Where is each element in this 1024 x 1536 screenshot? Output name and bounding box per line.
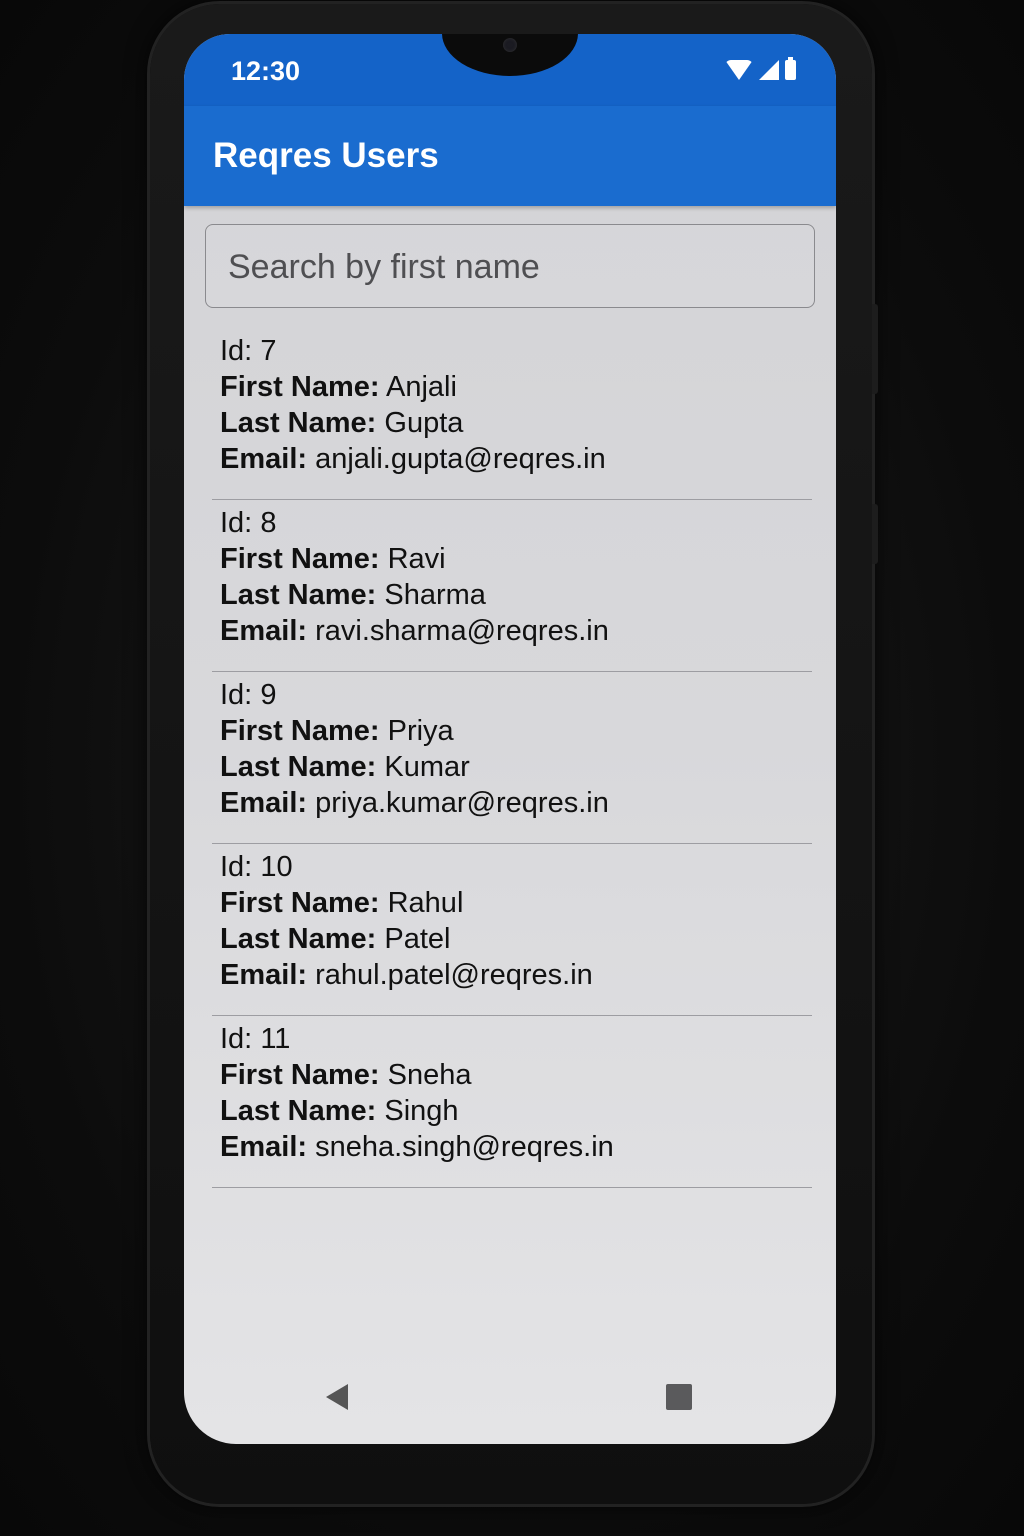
first-name-line: First Name: Anjali [220, 369, 812, 405]
search-box[interactable] [205, 224, 815, 308]
first-name-line: First Name: Ravi [220, 541, 812, 577]
last-name-line: Last Name: Sharma [220, 577, 812, 613]
last-name-value: Singh [384, 1095, 459, 1127]
last-name-line: Last Name: Gupta [220, 405, 812, 441]
last-name-value: Gupta [384, 407, 464, 439]
search-input[interactable] [226, 243, 790, 291]
first-name-label: First Name: [220, 715, 380, 747]
id-label: Id: [220, 507, 253, 539]
list-item[interactable]: Id: 10 First Name: Rahul Last Name: Pate… [212, 844, 812, 1016]
last-name-label: Last Name: [220, 751, 377, 783]
first-name-label: First Name: [220, 371, 380, 403]
id-label: Id: [220, 679, 253, 711]
email-value: anjali.gupta@reqres.in [315, 443, 606, 475]
email-line: Email: anjali.gupta@reqres.in [220, 441, 812, 477]
signal-icon [759, 60, 779, 80]
status-icons [725, 57, 796, 80]
last-name-value: Patel [384, 923, 451, 955]
last-name-label: Last Name: [220, 923, 377, 955]
email-value: sneha.singh@reqres.in [315, 1131, 614, 1163]
last-name-label: Last Name: [220, 1095, 377, 1127]
recents-icon[interactable] [666, 1384, 692, 1410]
last-name-value: Sharma [384, 579, 486, 611]
user-id-line: Id: 10 [220, 849, 812, 885]
last-name-label: Last Name: [220, 579, 377, 611]
navigation-bar [184, 1354, 836, 1444]
list-item[interactable]: Id: 11 First Name: Sneha Last Name: Sing… [212, 1016, 812, 1188]
email-value: ravi.sharma@reqres.in [315, 615, 609, 647]
id-label: Id: [220, 851, 253, 883]
first-name-value: Rahul [387, 887, 464, 919]
user-id-line: Id: 8 [220, 505, 812, 541]
email-label: Email: [220, 443, 308, 475]
first-name-line: First Name: Sneha [220, 1057, 812, 1093]
email-label: Email: [220, 1131, 308, 1163]
wifi-icon [725, 60, 753, 80]
user-id-line: Id: 9 [220, 677, 812, 713]
list-item[interactable]: Id: 7 First Name: Anjali Last Name: Gupt… [212, 328, 812, 500]
user-list[interactable]: Id: 7 First Name: Anjali Last Name: Gupt… [212, 328, 812, 1188]
last-name-line: Last Name: Patel [220, 921, 812, 957]
last-name-line: Last Name: Singh [220, 1093, 812, 1129]
back-icon[interactable] [326, 1384, 348, 1410]
id-label: Id: [220, 1023, 253, 1055]
email-line: Email: priya.kumar@reqres.in [220, 785, 812, 821]
front-camera [503, 38, 517, 52]
first-name-value: Sneha [387, 1059, 472, 1091]
email-label: Email: [220, 959, 308, 991]
first-name-value: Priya [387, 715, 454, 747]
email-value: rahul.patel@reqres.in [315, 959, 593, 991]
email-label: Email: [220, 615, 308, 647]
list-item[interactable]: Id: 8 First Name: Ravi Last Name: Sharma… [212, 500, 812, 672]
phone-screen: 12:30 Reqres Users Id: 7 First Name: Anj… [184, 34, 836, 1444]
first-name-label: First Name: [220, 1059, 380, 1091]
first-name-line: First Name: Rahul [220, 885, 812, 921]
page-title: Reqres Users [213, 136, 439, 175]
id-label: Id: [220, 335, 253, 367]
user-id: 11 [260, 1023, 291, 1055]
first-name-value: Anjali [386, 371, 457, 403]
first-name-label: First Name: [220, 887, 380, 919]
user-id: 7 [260, 335, 277, 367]
last-name-value: Kumar [384, 751, 470, 783]
user-id: 10 [260, 851, 293, 883]
email-line: Email: sneha.singh@reqres.in [220, 1129, 812, 1165]
first-name-line: First Name: Priya [220, 713, 812, 749]
status-time: 12:30 [231, 56, 301, 86]
last-name-label: Last Name: [220, 407, 377, 439]
app-bar: Reqres Users [184, 106, 836, 206]
first-name-value: Ravi [387, 543, 446, 575]
last-name-line: Last Name: Kumar [220, 749, 812, 785]
email-label: Email: [220, 787, 308, 819]
power-button [872, 504, 878, 564]
user-id-line: Id: 11 [220, 1021, 812, 1057]
email-line: Email: ravi.sharma@reqres.in [220, 613, 812, 649]
volume-button [872, 304, 878, 394]
first-name-label: First Name: [220, 543, 380, 575]
email-value: priya.kumar@reqres.in [315, 787, 609, 819]
user-id: 9 [260, 679, 277, 711]
email-line: Email: rahul.patel@reqres.in [220, 957, 812, 993]
battery-icon [785, 57, 796, 80]
list-item[interactable]: Id: 9 First Name: Priya Last Name: Kumar… [212, 672, 812, 844]
user-id-line: Id: 7 [220, 333, 812, 369]
user-id: 8 [260, 507, 277, 539]
